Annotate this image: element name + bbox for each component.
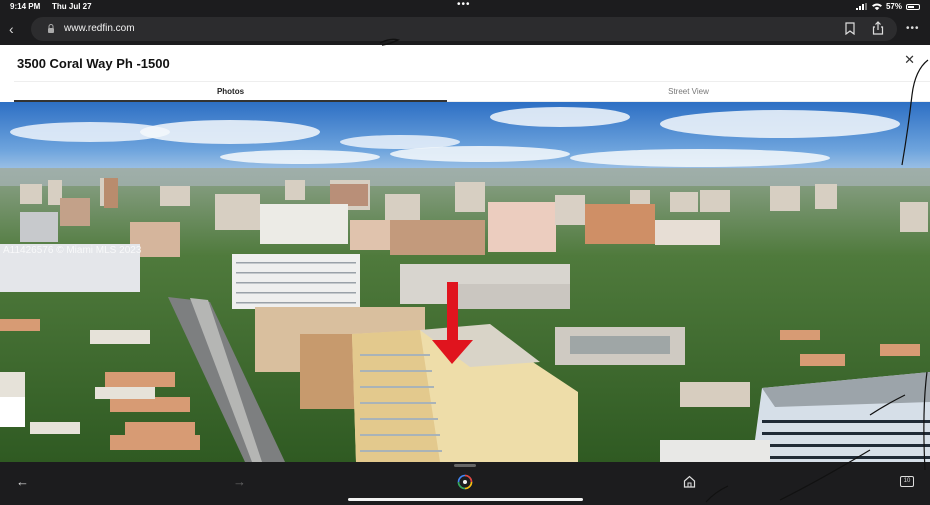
- google-lens-icon[interactable]: [457, 474, 473, 490]
- address-bar[interactable]: www.redfin.com: [31, 17, 897, 41]
- browser-address-row: ‹ www.redfin.com •••: [0, 13, 930, 45]
- browser-toolbar: ← → 10: [0, 462, 930, 505]
- battery-fill: [908, 5, 914, 8]
- listing-title: 3500 Coral Way Ph -1500: [17, 56, 170, 71]
- tab-street-view[interactable]: Street View: [447, 82, 930, 102]
- web-content: 3500 Coral Way Ph -1500 ✕ Photos Street …: [0, 45, 930, 462]
- url-text[interactable]: www.redfin.com: [64, 23, 135, 34]
- bookmark-icon[interactable]: [844, 22, 856, 35]
- lock-icon: [48, 24, 54, 33]
- status-bar: 9:14 PM Thu Jul 27 ••• 57%: [0, 0, 930, 13]
- tab-switcher-icon[interactable]: 10: [900, 476, 914, 487]
- share-icon[interactable]: [871, 21, 885, 35]
- listing-photo[interactable]: A11426576 © Miami MLS 2023: [0, 102, 930, 462]
- wifi-icon: [871, 3, 882, 10]
- toolbar-grabber[interactable]: [454, 464, 476, 467]
- battery-percent: 57%: [885, 2, 902, 11]
- battery-icon: [906, 3, 920, 10]
- more-options-icon[interactable]: •••: [906, 23, 920, 34]
- status-indicators: 57%: [855, 2, 920, 11]
- forward-arrow-icon[interactable]: →: [233, 474, 246, 489]
- home-indicator: [348, 498, 583, 501]
- tab-photos[interactable]: Photos: [14, 82, 447, 102]
- chevron-left-icon[interactable]: ‹: [9, 21, 14, 37]
- back-arrow-icon[interactable]: ←: [16, 474, 29, 489]
- status-date: Thu Jul 27: [52, 2, 92, 11]
- photo-tabs: Photos Street View: [14, 81, 930, 102]
- multitask-dots-icon[interactable]: •••: [457, 0, 471, 10]
- signal-icon: [855, 3, 867, 10]
- home-icon[interactable]: [683, 475, 696, 488]
- aerial-city-image: [0, 102, 930, 462]
- status-time: 9:14 PM: [10, 2, 41, 11]
- photo-watermark: A11426576 © Miami MLS 2023: [3, 245, 142, 256]
- close-icon[interactable]: ✕: [904, 52, 915, 68]
